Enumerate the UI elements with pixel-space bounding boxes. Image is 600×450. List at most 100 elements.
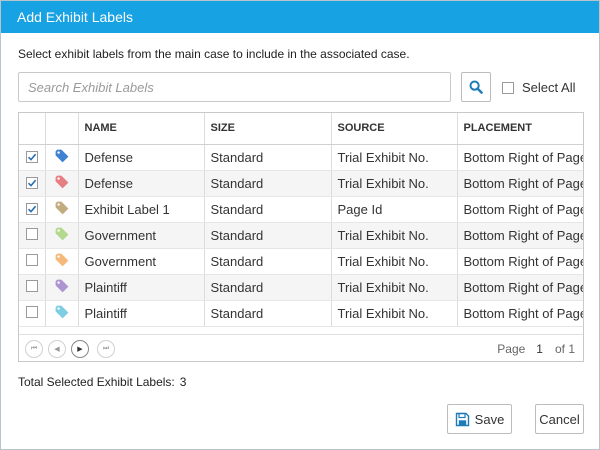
column-header-placement[interactable]: PLACEMENT xyxy=(457,113,583,145)
name-cell: Government xyxy=(78,248,205,275)
header-checkbox-col xyxy=(19,113,46,145)
source-cell: Trial Exhibit No. xyxy=(331,300,458,327)
name-cell: Government xyxy=(78,222,205,249)
size-cell: Standard xyxy=(204,144,332,171)
row-checkbox-cell xyxy=(19,222,46,249)
table-row[interactable]: Government Standard Trial Exhibit No. Botto… xyxy=(19,222,583,249)
tag-icon xyxy=(55,201,68,214)
prev-page-button[interactable]: ◀ xyxy=(48,340,66,358)
page-label: Page xyxy=(497,342,526,356)
placement-cell: Bottom Right of Page xyxy=(457,274,583,301)
row-checkbox[interactable] xyxy=(25,202,38,215)
table-row[interactable]: Government Standard Trial Exhibit No. Botto… xyxy=(19,248,583,275)
tag-icon xyxy=(55,175,68,188)
table-row[interactable]: Defense Standard Trial Exhibit No. Bottom R… xyxy=(19,170,583,197)
row-checkbox-cell xyxy=(19,196,46,223)
row-tag-cell xyxy=(45,196,79,223)
table-row[interactable]: Exhibit Label 1 Standard Page Id Bottom Rig… xyxy=(19,196,583,223)
name-cell: Plaintiff xyxy=(78,300,205,327)
tag-icon xyxy=(55,279,68,292)
page-info: Page 1 of 1 xyxy=(497,342,575,356)
placement-cell: Bottom Right of Page xyxy=(457,222,583,249)
save-button[interactable]: Save xyxy=(447,404,512,434)
total-selected: Total Selected Exhibit Labels: 3 xyxy=(18,375,186,389)
last-page-button[interactable]: ⏭ xyxy=(97,340,115,358)
select-all-label: Select All xyxy=(522,80,576,95)
select-all[interactable]: Select All xyxy=(502,80,575,95)
save-icon xyxy=(455,412,469,426)
cancel-button-label: Cancel xyxy=(539,411,580,427)
size-cell: Standard xyxy=(204,196,332,223)
row-checkbox-cell xyxy=(19,274,46,301)
search-input[interactable] xyxy=(18,72,451,102)
current-page[interactable]: 1 xyxy=(536,342,543,356)
column-header-name[interactable]: NAME xyxy=(78,113,205,145)
last-page-icon: ⏭ xyxy=(102,345,110,352)
row-checkbox-cell xyxy=(19,300,46,327)
row-tag-cell xyxy=(45,300,79,327)
tag-icon xyxy=(55,305,68,318)
row-checkbox[interactable] xyxy=(25,150,38,163)
cancel-button[interactable]: Cancel xyxy=(535,404,584,434)
page-count-label: of 1 xyxy=(554,342,575,356)
table-row[interactable]: Plaintiff Standard Trial Exhibit No. Bottom… xyxy=(19,274,583,301)
prev-page-icon: ◀ xyxy=(54,346,60,353)
source-cell: Page Id xyxy=(331,196,458,223)
source-cell: Trial Exhibit No. xyxy=(331,170,458,197)
row-checkbox[interactable] xyxy=(25,305,38,318)
exhibit-labels-grid: NAME SIZE SOURCE PLACEMENT Defense Standa… xyxy=(18,112,584,362)
row-tag-cell xyxy=(45,170,79,197)
tag-icon xyxy=(55,227,68,240)
placement-cell: Bottom Right of Page xyxy=(457,144,583,171)
row-checkbox-cell xyxy=(19,248,46,275)
source-cell: Trial Exhibit No. xyxy=(331,144,458,171)
next-page-button[interactable]: ▶ xyxy=(71,340,89,358)
total-selected-label: Total Selected Exhibit Labels: xyxy=(18,375,175,389)
first-page-button[interactable]: ⏮ xyxy=(25,340,43,358)
search-button[interactable] xyxy=(461,72,491,102)
size-cell: Standard xyxy=(204,274,332,301)
name-cell: Plaintiff xyxy=(78,274,205,301)
placement-cell: Bottom Right of Page xyxy=(457,300,583,327)
row-tag-cell xyxy=(45,222,79,249)
row-checkbox-cell xyxy=(19,170,46,197)
size-cell: Standard xyxy=(204,248,332,275)
size-cell: Standard xyxy=(204,300,332,327)
save-button-label: Save xyxy=(474,411,505,427)
row-checkbox[interactable] xyxy=(25,176,38,189)
exhibit-labels-table: NAME SIZE SOURCE PLACEMENT Defense Standa… xyxy=(19,113,583,327)
row-tag-cell xyxy=(45,144,79,171)
tag-icon xyxy=(55,253,68,266)
select-all-checkbox[interactable] xyxy=(502,81,514,94)
row-tag-cell xyxy=(45,274,79,301)
row-checkbox[interactable] xyxy=(25,279,38,292)
source-cell: Trial Exhibit No. xyxy=(331,274,458,301)
placement-cell: Bottom Right of Page xyxy=(457,248,583,275)
table-row[interactable]: Defense Standard Trial Exhibit No. Bottom R… xyxy=(19,144,583,171)
source-cell: Trial Exhibit No. xyxy=(331,222,458,249)
add-exhibit-labels-dialog: Add Exhibit Labels Select exhibit labels… xyxy=(0,0,600,450)
size-cell: Standard xyxy=(204,222,332,249)
source-cell: Trial Exhibit No. xyxy=(331,248,458,275)
row-tag-cell xyxy=(45,248,79,275)
search-icon xyxy=(469,80,483,94)
row-checkbox[interactable] xyxy=(25,227,38,240)
column-header-size[interactable]: SIZE xyxy=(204,113,332,145)
column-header-source[interactable]: SOURCE xyxy=(331,113,458,145)
header-tag-col xyxy=(45,113,79,145)
tag-icon xyxy=(55,149,68,162)
dialog-titlebar: Add Exhibit Labels xyxy=(1,1,599,33)
row-checkbox[interactable] xyxy=(25,253,38,266)
instruction-text: Select exhibit labels from the main case… xyxy=(18,47,410,61)
placement-cell: Bottom Right of Page xyxy=(457,170,583,197)
first-page-icon: ⏮ xyxy=(30,345,38,352)
row-checkbox-cell xyxy=(19,144,46,171)
table-row[interactable]: Plaintiff Standard Trial Exhibit No. Bottom… xyxy=(19,300,583,327)
name-cell: Defense xyxy=(78,144,205,171)
pager: ⏮ ◀ ▶ ⏭ Page 1 of 1 xyxy=(19,334,583,361)
table-header-row: NAME SIZE SOURCE PLACEMENT xyxy=(19,113,583,145)
placement-cell: Bottom Right of Page xyxy=(457,196,583,223)
dialog-title: Add Exhibit Labels xyxy=(17,9,133,25)
name-cell: Exhibit Label 1 xyxy=(78,196,205,223)
total-selected-count: 3 xyxy=(179,375,187,389)
